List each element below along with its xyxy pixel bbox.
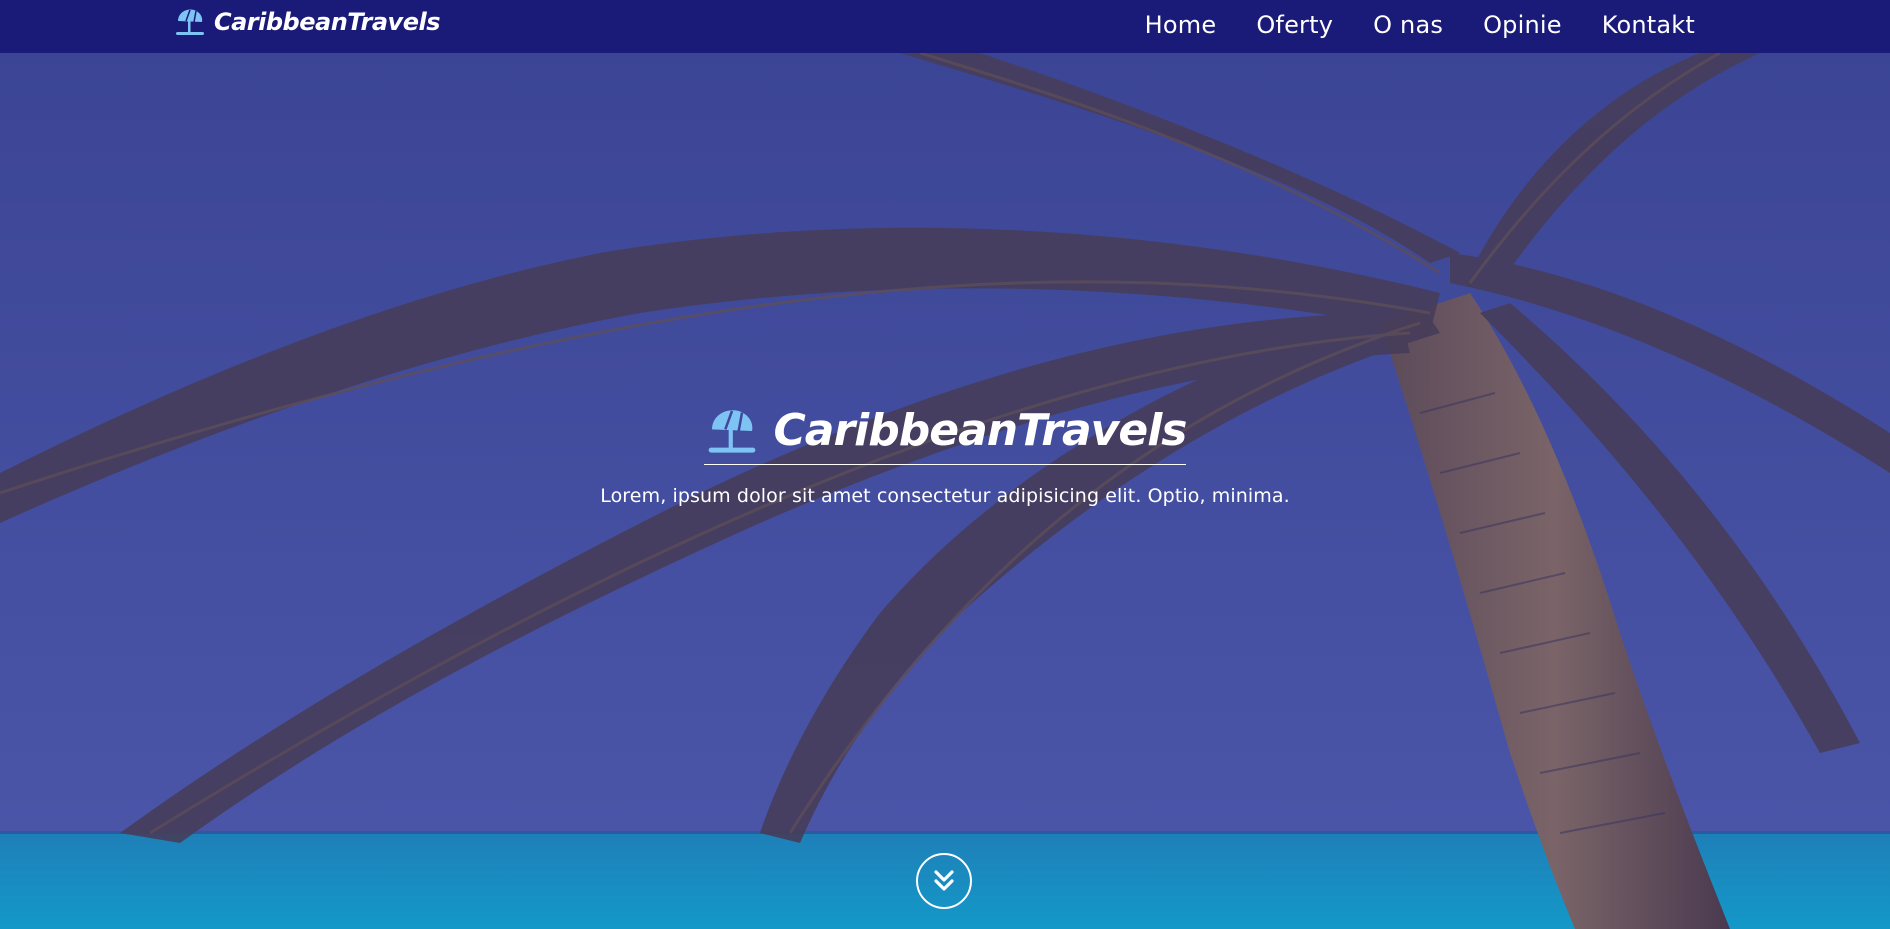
nav-item-oferty[interactable]: Oferty — [1256, 11, 1333, 39]
hero-title: CaribbeanTravels — [773, 405, 1188, 456]
nav-item-o-nas[interactable]: O nas — [1373, 11, 1443, 39]
brand-name: CaribbeanTravels — [214, 8, 441, 36]
nav-item-kontakt[interactable]: Kontakt — [1602, 11, 1695, 39]
hero-brand: CaribbeanTravels — [703, 405, 1188, 465]
umbrella-beach-icon — [708, 409, 755, 453]
nav-item-home[interactable]: Home — [1145, 11, 1217, 39]
navbar: CaribbeanTravels Home Oferty O nas Opini… — [0, 0, 1890, 53]
page: CaribbeanTravels Home Oferty O nas Opini… — [0, 0, 1890, 929]
brand-logo-link[interactable]: CaribbeanTravels — [174, 6, 441, 38]
hero-subtitle: Lorem, ipsum dolor sit amet consectetur … — [600, 485, 1290, 507]
main-nav: Home Oferty O nas Opinie Kontakt — [1145, 0, 1695, 50]
double-chevron-down-icon — [934, 870, 954, 891]
scroll-down-button[interactable] — [916, 853, 972, 909]
hero-content: CaribbeanTravels Lorem, ipsum dolor sit … — [0, 405, 1890, 507]
umbrella-beach-icon — [176, 9, 204, 35]
nav-item-opinie[interactable]: Opinie — [1483, 11, 1562, 39]
